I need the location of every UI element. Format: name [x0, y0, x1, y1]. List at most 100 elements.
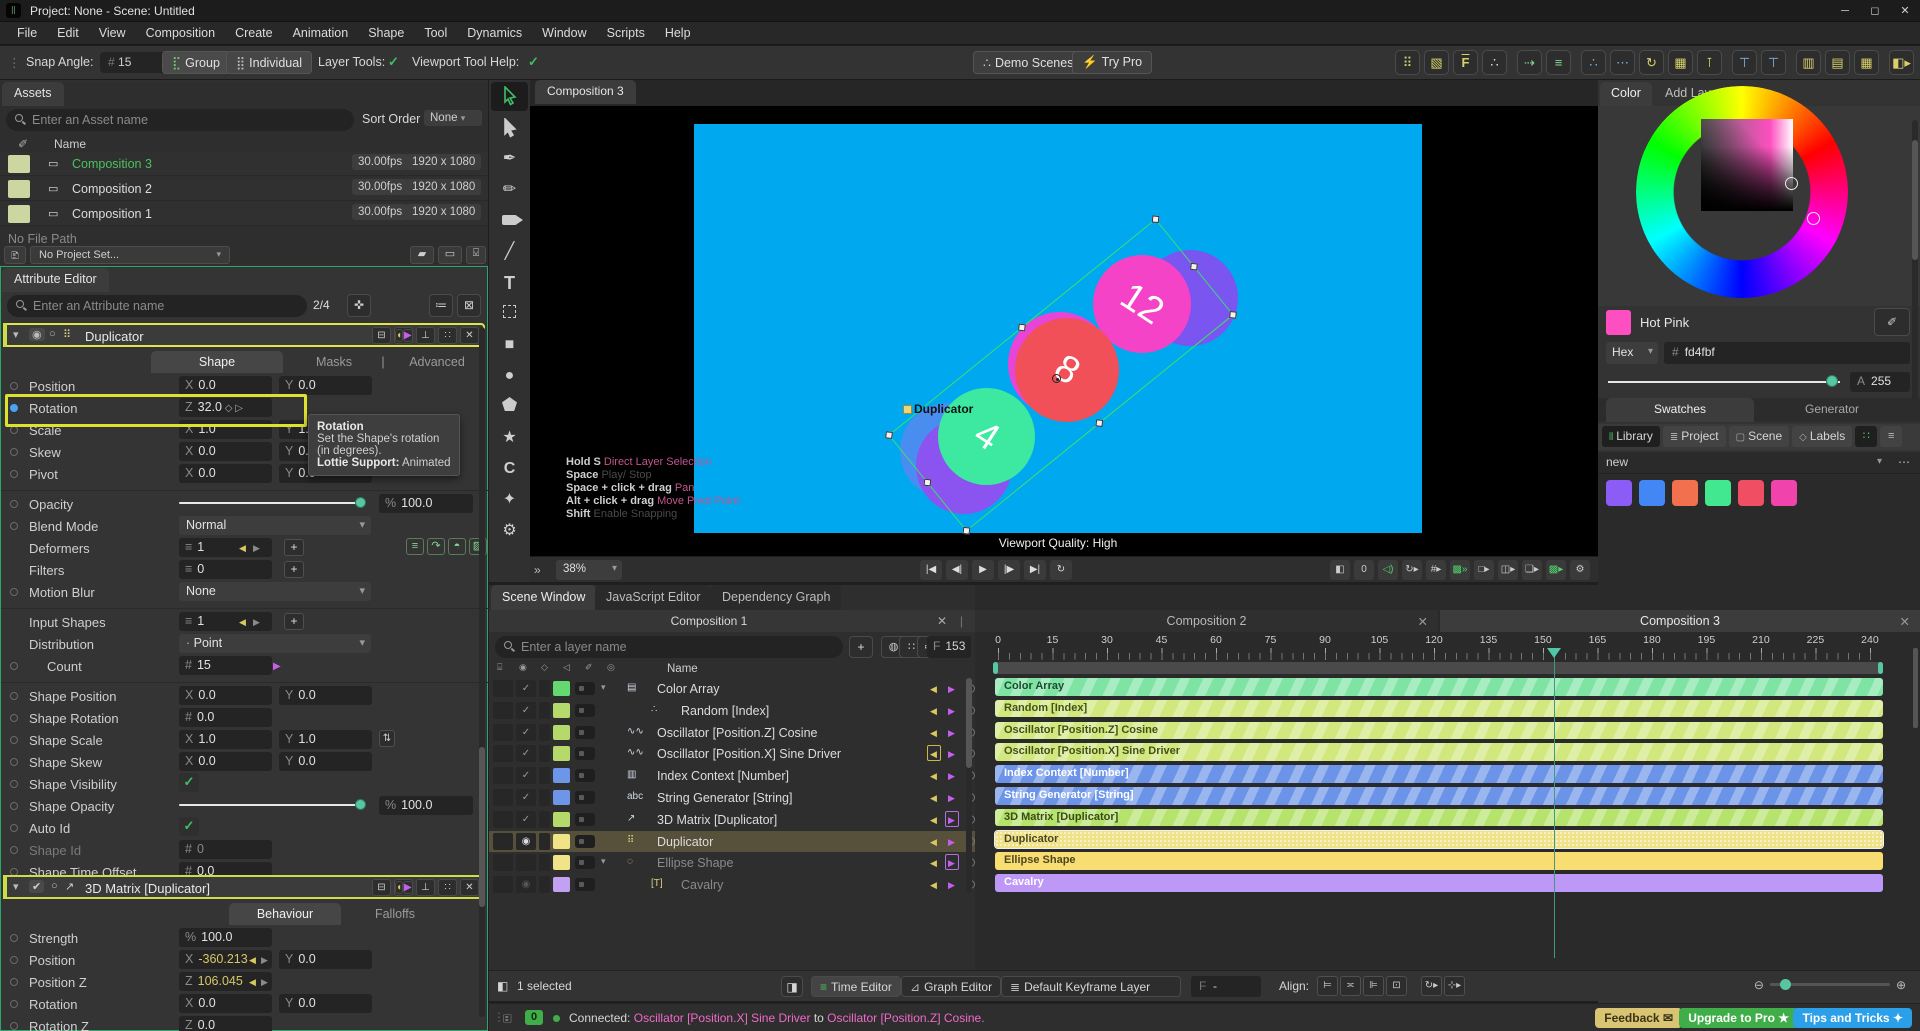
pin-icon[interactable]: ⊥	[416, 327, 435, 344]
motion-blur-dropdown[interactable]: None ▾	[179, 582, 371, 601]
value-field[interactable]: X 0.0	[179, 376, 272, 395]
visibility-cell[interactable]: ✓	[516, 723, 536, 741]
prev-key-icon[interactable]: ◀	[239, 617, 246, 628]
attribute-search-input[interactable]: Enter an Attribute name	[7, 295, 307, 317]
library-button[interactable]: ⫴ Library	[1602, 426, 1660, 447]
refresh-icon[interactable]: ↻▸	[1402, 560, 1422, 580]
layer-row-oscillator-position-x-sine-driver[interactable]: ✓ ∿∿ Oscillator [Position.X] Sine Driver ◀ ▶	[489, 743, 975, 765]
value-field[interactable]: X -360.213	[179, 950, 272, 969]
tab-behaviour[interactable]: Behaviour	[229, 903, 341, 925]
keyframe-radio[interactable]	[10, 824, 18, 832]
extra-cell[interactable]	[539, 810, 550, 828]
value-field[interactable]: Z 0.0	[179, 1016, 272, 1031]
keyframe-radio[interactable]	[10, 780, 18, 788]
keyframe-radio[interactable]	[10, 802, 18, 810]
grid-view-icon[interactable]: ∷	[1855, 426, 1878, 447]
close-composition-icon[interactable]: ✕	[937, 614, 947, 628]
in-key-icon[interactable]: ◀	[930, 684, 937, 695]
layer-color-swatch[interactable]	[553, 877, 570, 893]
value-field[interactable]: % 100.0	[379, 796, 473, 815]
lock-cell[interactable]	[493, 810, 513, 828]
deformer-icon-0[interactable]: ≡	[406, 538, 424, 555]
asset-search-input[interactable]: Enter an Asset name	[6, 109, 354, 131]
go-to-start-button[interactable]: |◀	[920, 560, 942, 580]
rows-icon[interactable]: ▤	[1825, 50, 1850, 75]
value-field[interactable]: X 0.0	[179, 686, 272, 705]
clip-toggle-icon[interactable]	[575, 834, 595, 848]
add-input-shapes-button[interactable]: +	[284, 613, 304, 630]
tab-shape[interactable]: Shape	[151, 351, 283, 373]
clip-toggle-icon[interactable]	[575, 856, 595, 870]
keyframe-radio[interactable]	[10, 934, 18, 942]
out-key-icon[interactable]: ▶	[948, 749, 955, 760]
scene-button[interactable]: ▢ Scene	[1728, 426, 1790, 447]
menu-view[interactable]: View	[90, 23, 135, 43]
tool-settings[interactable]: ⚙	[489, 516, 530, 547]
collapse-chevron-icon[interactable]: ▾	[13, 880, 19, 893]
play-button[interactable]: ▶	[972, 560, 994, 580]
shape-visibility-checkbox[interactable]: ✓	[179, 773, 199, 792]
generator-tab[interactable]: Generator	[1758, 398, 1906, 422]
out-key-icon[interactable]: ▶	[948, 793, 955, 804]
keyframe-radio[interactable]	[10, 1022, 18, 1030]
visibility-cell[interactable]	[516, 854, 536, 872]
keyframe-radio[interactable]	[10, 1000, 18, 1008]
duplicate-view-icon[interactable]: ❏▸	[1522, 560, 1542, 580]
tool-rectangle[interactable]: ■	[489, 330, 530, 361]
slider-knob[interactable]	[355, 799, 366, 810]
add-layer-button[interactable]: +	[849, 636, 873, 658]
value-field[interactable]: % 100.0	[179, 928, 272, 947]
opacity-slider[interactable]	[179, 799, 366, 810]
clip-toggle-icon[interactable]	[575, 790, 595, 804]
layer-color-swatch[interactable]	[553, 681, 570, 696]
menu-shape[interactable]: Shape	[359, 23, 413, 43]
value-field[interactable]: X 1.0	[179, 730, 272, 749]
pose-tool-icon[interactable]: ⊺	[1697, 50, 1722, 75]
keyframe-radio[interactable]	[10, 522, 18, 530]
labels-button[interactable]: ◇ Labels	[1792, 426, 1853, 447]
frame-icon[interactable]: F	[1453, 50, 1478, 75]
viewport-zoom-select[interactable]: 38% ▾	[556, 560, 622, 580]
out-key-icon[interactable]: ▶	[948, 880, 955, 891]
clip-toggle-icon[interactable]	[575, 725, 595, 739]
keyframe-radio[interactable]	[10, 978, 18, 986]
next-frame-button[interactable]: |▶	[998, 560, 1020, 580]
palette-more-icon[interactable]: ⋯	[1898, 455, 1910, 469]
timeline-bar-color-array[interactable]: Color Array	[995, 678, 1883, 696]
asset-row-composition-1[interactable]: ▭ Composition 1 30.00fps 1920 x 1080	[0, 202, 488, 226]
layer-row-index-context-number[interactable]: ✓ ▥ Index Context [Number] ◀ ▶	[489, 765, 975, 787]
add-deformers-button[interactable]: +	[284, 539, 304, 556]
hue-picker-circle[interactable]	[1807, 212, 1820, 225]
viewport-tool-help-check[interactable]: ✓	[528, 54, 539, 70]
layer-color-swatch[interactable]	[553, 702, 570, 718]
layer-row-string-generator-string[interactable]: ✓ abc String Generator [String] ◀ ▶	[489, 787, 975, 809]
eyedropper-button[interactable]: ✐	[1874, 308, 1910, 336]
value-field[interactable]: Y1.0	[279, 730, 372, 749]
next-key-icon[interactable]: ▶	[261, 955, 268, 966]
clip-toggle-icon[interactable]	[575, 747, 595, 761]
list-remove-icon[interactable]: ⊟	[372, 327, 391, 344]
layer-row-3d-matrix-duplicator[interactable]: ✓ ↗ 3D Matrix [Duplicator] ◀ ▶	[489, 809, 975, 831]
visibility-cell[interactable]: ✓	[516, 788, 536, 806]
node-dots-icon[interactable]: ∴	[1581, 50, 1606, 75]
zoom-slider-track[interactable]	[1769, 979, 1890, 990]
swatch-5[interactable]	[1771, 480, 1797, 506]
pin-icon[interactable]: ⊥	[416, 879, 435, 896]
timeline-bar-string-generator-string[interactable]: String Generator [String]	[995, 787, 1883, 805]
layer-color-swatch[interactable]	[553, 789, 570, 805]
keyframe-radio[interactable]	[10, 382, 18, 390]
prev-key-icon[interactable]: ◀	[249, 955, 256, 966]
swatch-3[interactable]	[1705, 480, 1731, 506]
extra-cell[interactable]	[539, 767, 550, 785]
value-field[interactable]: X 0.0	[179, 464, 272, 483]
out-key-icon[interactable]: ▶	[948, 684, 955, 695]
menu-edit[interactable]: Edit	[48, 23, 88, 43]
matrix-section-header[interactable]: ▾ ✔ ○ ↗ 3D Matrix [Duplicator] ⊟ ◖ ▶ ⊥ ∷ …	[3, 875, 485, 899]
keyframe-radio[interactable]	[10, 500, 18, 508]
insert-key-icon[interactable]: ⊹▸	[1444, 976, 1465, 996]
timeline-bar-oscillator-position-x-sine-driver[interactable]: Oscillator [Position.X] Sine Driver	[995, 743, 1883, 761]
extra-cell[interactable]	[539, 701, 550, 719]
scene-window-tab[interactable]: Scene Window	[491, 585, 597, 610]
list-remove-icon[interactable]: ⊟	[372, 879, 391, 896]
menu-tool[interactable]: Tool	[415, 23, 456, 43]
